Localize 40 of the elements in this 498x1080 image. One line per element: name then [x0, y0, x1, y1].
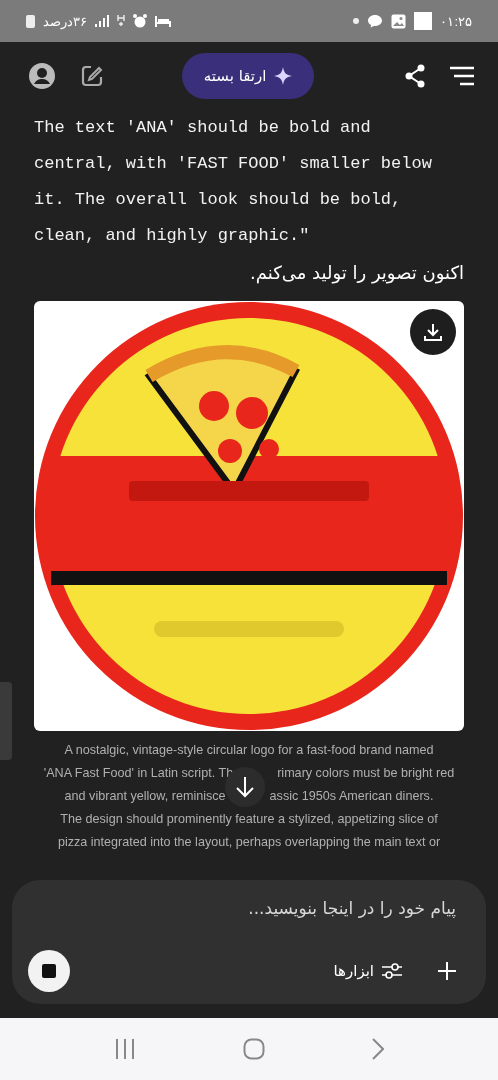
- stop-icon: [42, 964, 56, 978]
- account-icon[interactable]: [28, 62, 56, 90]
- image-icon: [391, 13, 407, 29]
- down-arrow-icon: [235, 776, 255, 798]
- caption-text: The design should prominently feature a stylized, appetizing slice of: [60, 811, 438, 828]
- menu-icon[interactable]: [450, 66, 474, 86]
- sliders-icon: [382, 962, 402, 980]
- assistant-message: اکنون تصویر را تولید می‌کنم.: [249, 262, 464, 283]
- network-type-icon: [117, 14, 125, 28]
- message-input[interactable]: پیام خود را در اینجا بنویسید...: [28, 898, 470, 918]
- sparkle-icon: [274, 67, 293, 85]
- code-line: clean, and highly graphic.": [34, 225, 310, 247]
- stop-button[interactable]: [28, 950, 70, 992]
- caption-text: pizza integrated into the layout, perhaps overlapping the main text or: [57, 834, 441, 851]
- caption-text: A nostalgic, vintage-style circular logo for a fast-food brand named: [64, 742, 434, 759]
- alarm-icon: [133, 14, 147, 28]
- new-chat-icon[interactable]: [80, 64, 104, 88]
- caption-text: and vibrant yellow, reminisce: [64, 788, 226, 805]
- code-line: central, with 'FAST FOOD' smaller below: [34, 153, 432, 175]
- download-icon: [423, 322, 443, 342]
- caption-text: rimary colors must be bright red: [277, 765, 455, 782]
- add-button[interactable]: [438, 962, 456, 980]
- caption-text: assic 1950s American diners.: [269, 788, 434, 805]
- plus-icon: [438, 962, 456, 980]
- signal-icon: [95, 15, 109, 27]
- back-icon[interactable]: [372, 1038, 385, 1060]
- share-icon[interactable]: [404, 64, 426, 88]
- chat-bubble-icon: [367, 14, 384, 28]
- recent-apps-icon[interactable]: [113, 1039, 136, 1059]
- clock: ۰۱:۲۵: [440, 13, 472, 29]
- dot-icon: [353, 18, 360, 24]
- upgrade-button[interactable]: ارتقا بسته: [181, 53, 315, 99]
- notification-square-icon: [414, 12, 433, 30]
- code-line: The text 'ANA' should be bold and: [34, 117, 371, 139]
- battery-icon: [26, 14, 35, 28]
- home-icon[interactable]: [243, 1038, 265, 1060]
- battery-percentage: ۳۶درصد: [43, 13, 87, 29]
- code-line: it. The overall look should be bold,: [34, 189, 402, 211]
- tools-button[interactable]: ابزارها: [333, 962, 402, 980]
- bed-icon: [155, 15, 171, 27]
